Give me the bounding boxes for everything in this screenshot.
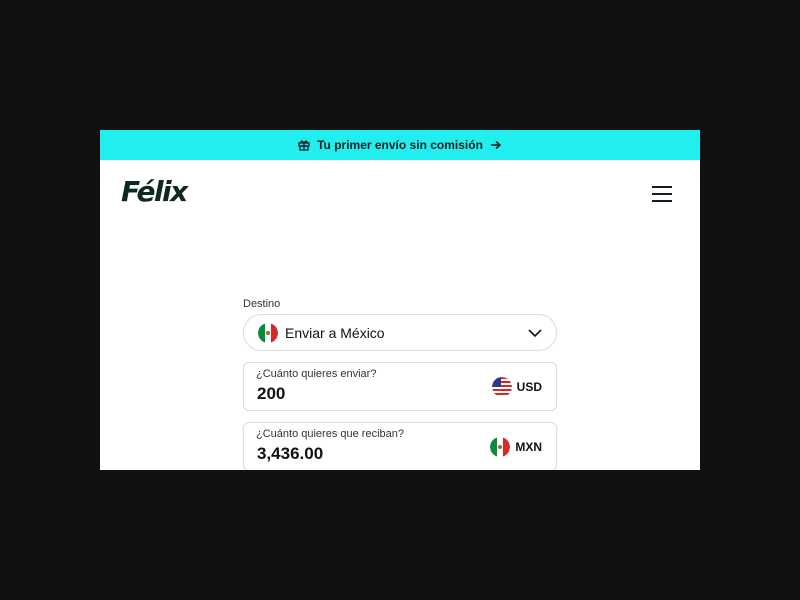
send-amount-value[interactable]: 200 bbox=[257, 384, 285, 404]
mexico-flag-icon bbox=[490, 437, 511, 457]
receive-amount-field[interactable]: ¿Cuánto quieres que reciban? 3,436.00 MX… bbox=[243, 422, 557, 470]
destination-value: Enviar a México bbox=[285, 324, 385, 341]
hamburger-menu-icon[interactable] bbox=[652, 186, 672, 204]
us-flag-icon bbox=[491, 377, 512, 397]
transfer-form: Destino Enviar a México ¿Cuánto quieres … bbox=[243, 296, 557, 470]
receive-amount-label: ¿Cuánto quieres que reciban? bbox=[256, 428, 404, 440]
send-amount-label: ¿Cuánto quieres enviar? bbox=[256, 368, 377, 380]
send-currency-code: USD bbox=[516, 380, 542, 394]
promo-text: Tu primer envío sin comisión bbox=[317, 138, 483, 152]
chevron-down-icon bbox=[528, 324, 542, 342]
receive-currency-code: MXN bbox=[515, 440, 542, 454]
app-screen: Tu primer envío sin comisión Félix Desti… bbox=[100, 130, 700, 470]
promo-banner[interactable]: Tu primer envío sin comisión bbox=[100, 130, 700, 160]
arrow-right-icon bbox=[490, 140, 502, 150]
send-amount-field[interactable]: ¿Cuánto quieres enviar? 200 USD bbox=[243, 362, 557, 411]
destination-select[interactable]: Enviar a México bbox=[243, 314, 557, 351]
send-currency-selector[interactable]: USD bbox=[491, 377, 542, 397]
mexico-flag-icon bbox=[258, 322, 278, 343]
gift-icon bbox=[298, 139, 310, 151]
destination-label: Destino bbox=[243, 298, 281, 310]
felix-logo[interactable]: Félix bbox=[121, 178, 188, 206]
receive-amount-value[interactable]: 3,436.00 bbox=[257, 444, 323, 464]
receive-currency-selector[interactable]: MXN bbox=[490, 437, 542, 457]
